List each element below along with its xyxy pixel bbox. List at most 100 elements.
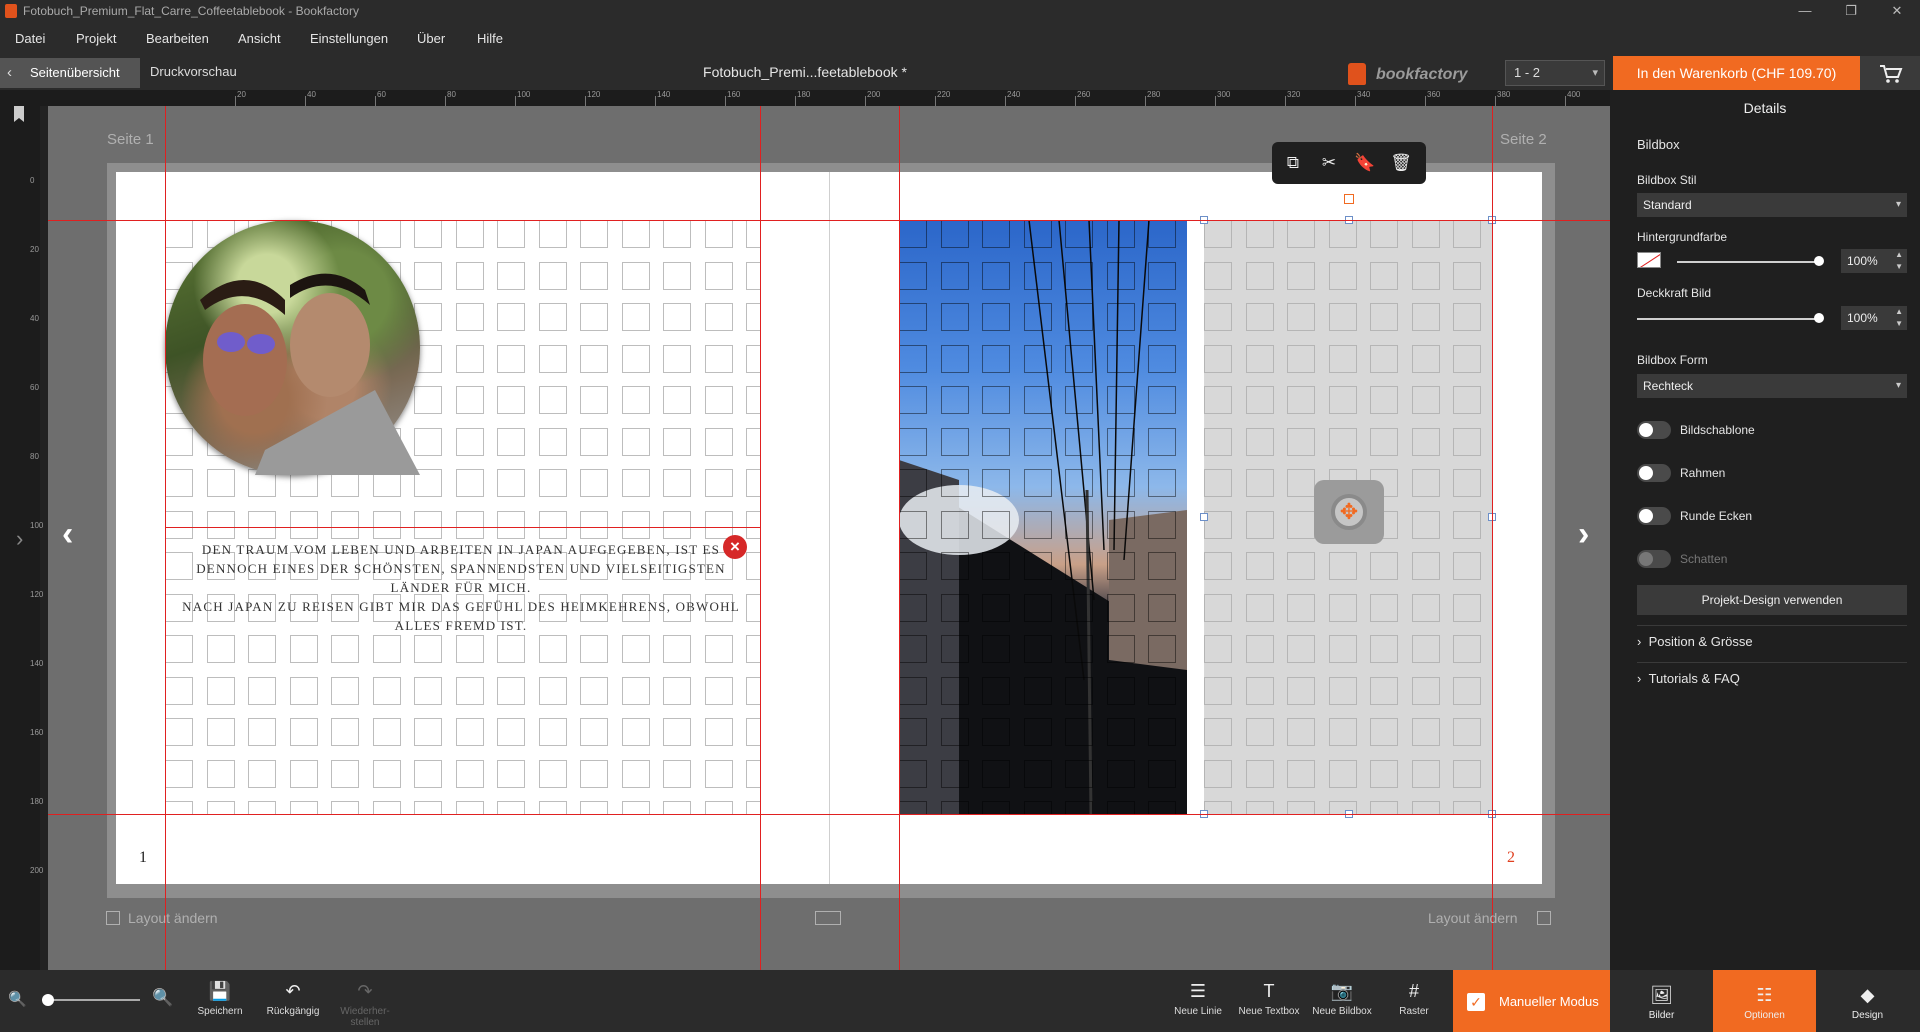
grid-button[interactable]: # Raster [1379, 980, 1449, 1017]
raster-cell [1411, 510, 1440, 539]
menu-datei[interactable]: Datei [15, 31, 45, 46]
raster-cell [1065, 303, 1093, 331]
close-window-button[interactable]: ✕ [1874, 1, 1920, 21]
toggle-knob [1639, 466, 1653, 480]
raster-cell [663, 344, 691, 373]
rotate-handle[interactable] [1344, 194, 1354, 204]
scissors-icon[interactable]: ✂ [1318, 152, 1340, 174]
raster-cell [899, 593, 927, 622]
menu-projekt[interactable]: Projekt [76, 31, 116, 46]
new-textbox-button[interactable]: T Neue Textbox [1234, 980, 1304, 1017]
tab-design[interactable]: ◆ Design [1816, 970, 1919, 1032]
trash-icon[interactable]: 🗑 [1390, 152, 1412, 174]
raster-cell [704, 220, 733, 248]
spread-layout-icon[interactable] [815, 911, 841, 925]
bg-color-swatch[interactable] [1637, 252, 1661, 268]
raster-cell [1370, 635, 1398, 663]
text-box[interactable]: Den Traum vom Leben und Arbeiten in Japa… [166, 540, 756, 635]
toggle-bildschablone[interactable] [1637, 421, 1671, 439]
manual-mode-toggle[interactable]: ✓ Manueller Modus [1453, 970, 1610, 1032]
new-textbox-label: Neue Textbox [1238, 1006, 1300, 1017]
raster-cell [1453, 510, 1481, 539]
redo-button[interactable]: ↷ Wiederher-stellen [330, 980, 400, 1028]
ruler-tick [445, 96, 446, 106]
change-layout-right[interactable]: Layout ändern [1428, 910, 1518, 926]
layout-grid-icon[interactable] [1537, 911, 1551, 925]
section-position[interactable]: › Position & Grösse [1637, 625, 1907, 649]
resize-handle-l[interactable] [1200, 513, 1208, 521]
raster-cell [1065, 469, 1093, 497]
print-preview-button[interactable]: Druckvorschau [150, 64, 237, 79]
section-tutorials[interactable]: › Tutorials & FAQ [1637, 662, 1907, 686]
opacity-slider-knob[interactable] [1814, 313, 1824, 323]
raster-cell [704, 759, 733, 788]
layout-grid-icon[interactable] [106, 911, 120, 925]
bookmark-add-icon[interactable]: 🔖 [1354, 152, 1376, 174]
menu-ansicht[interactable]: Ansicht [238, 31, 281, 46]
undo-button[interactable]: ↶ Rückgängig [258, 980, 328, 1017]
ruler-label: 280 [1147, 90, 1161, 99]
opacity-slider[interactable] [1637, 318, 1819, 320]
cart-button[interactable] [1860, 56, 1920, 90]
bg-slider[interactable] [1677, 261, 1819, 263]
raster-cell [1065, 386, 1093, 414]
toggle-label-runde-ecken: Runde Ecken [1680, 509, 1753, 523]
minimize-button[interactable]: — [1782, 1, 1828, 21]
previous-page-arrow[interactable]: ‹ [62, 515, 73, 554]
zoom-slider[interactable] [44, 999, 140, 1001]
raster-cell [982, 386, 1010, 414]
raster-cell [455, 469, 484, 497]
chevron-right-icon[interactable]: › [16, 526, 23, 552]
new-line-button[interactable]: ☰ Neue Linie [1163, 980, 1233, 1017]
stepper-icon[interactable]: ▲ ▼ [1895, 249, 1903, 273]
opacity-percent-input[interactable]: 100% ▲ ▼ [1841, 306, 1907, 330]
menu-bearbeiten[interactable]: Bearbeiten [146, 31, 209, 46]
photo-circle-portrait[interactable] [165, 220, 420, 475]
shape-select[interactable]: Rechteck ▾ [1637, 374, 1907, 398]
raster-cell [1370, 386, 1398, 414]
toggle-runde-ecken[interactable] [1637, 507, 1671, 525]
change-layout-left[interactable]: Layout ändern [128, 910, 218, 926]
raster-cell [1148, 759, 1176, 788]
text-overflow-close-icon[interactable]: × [723, 535, 747, 559]
raster-cell [982, 510, 1010, 539]
new-imagebox-button[interactable]: 📷 Neue Bildbox [1307, 980, 1377, 1017]
toggle-rahmen[interactable] [1637, 464, 1671, 482]
style-select[interactable]: Standard ▾ [1637, 193, 1907, 217]
camera-icon[interactable]: ✥ [1314, 480, 1384, 544]
raster-cell [663, 220, 691, 248]
menu-ueber[interactable]: Über [417, 31, 445, 46]
zoom-slider-knob[interactable] [42, 994, 54, 1006]
move-icon[interactable]: ✥ [1331, 494, 1367, 530]
raster-cell [940, 635, 969, 663]
raster-cell [746, 759, 760, 788]
raster-cell [538, 344, 567, 373]
raster-cell [248, 510, 276, 539]
tab-images[interactable]: 🖼 Bilder [1610, 970, 1713, 1032]
raster-cell [1453, 220, 1481, 248]
raster-cell [580, 759, 608, 788]
zoom-out-icon[interactable]: 🔍 [8, 990, 27, 1008]
bg-slider-knob[interactable] [1814, 256, 1824, 266]
bookmark-icon[interactable] [12, 106, 26, 122]
bg-percent-input[interactable]: 100% ▲ ▼ [1841, 249, 1907, 273]
page-overview-button[interactable]: ‹ Seitenübersicht [0, 58, 140, 88]
menu-hilfe[interactable]: Hilfe [477, 31, 503, 46]
zoom-in-icon[interactable]: 🔍 [152, 988, 173, 1008]
tab-options[interactable]: ☷ Optionen [1713, 970, 1816, 1032]
raster-cell [331, 801, 359, 814]
ruler-label: 20 [30, 245, 39, 254]
raster-cell [580, 303, 608, 331]
raster-cell [1023, 303, 1052, 331]
page-range-select[interactable]: 1 - 2 ▾ [1505, 60, 1605, 86]
add-to-cart-button[interactable]: In den Warenkorb (CHF 109.70) [1613, 56, 1860, 90]
save-button[interactable]: 💾 Speichern [185, 980, 255, 1017]
project-design-button[interactable]: Projekt-Design verwenden [1637, 585, 1907, 615]
toggle-schatten[interactable] [1637, 550, 1671, 568]
maximize-button[interactable]: ❐ [1828, 1, 1874, 21]
stepper-icon[interactable]: ▲ ▼ [1895, 306, 1903, 330]
menu-einstellungen[interactable]: Einstellungen [310, 31, 388, 46]
new-textbox-icon: T [1263, 981, 1275, 1001]
next-page-arrow[interactable]: › [1578, 515, 1589, 554]
copy-icon[interactable]: ⧉ [1282, 152, 1304, 174]
